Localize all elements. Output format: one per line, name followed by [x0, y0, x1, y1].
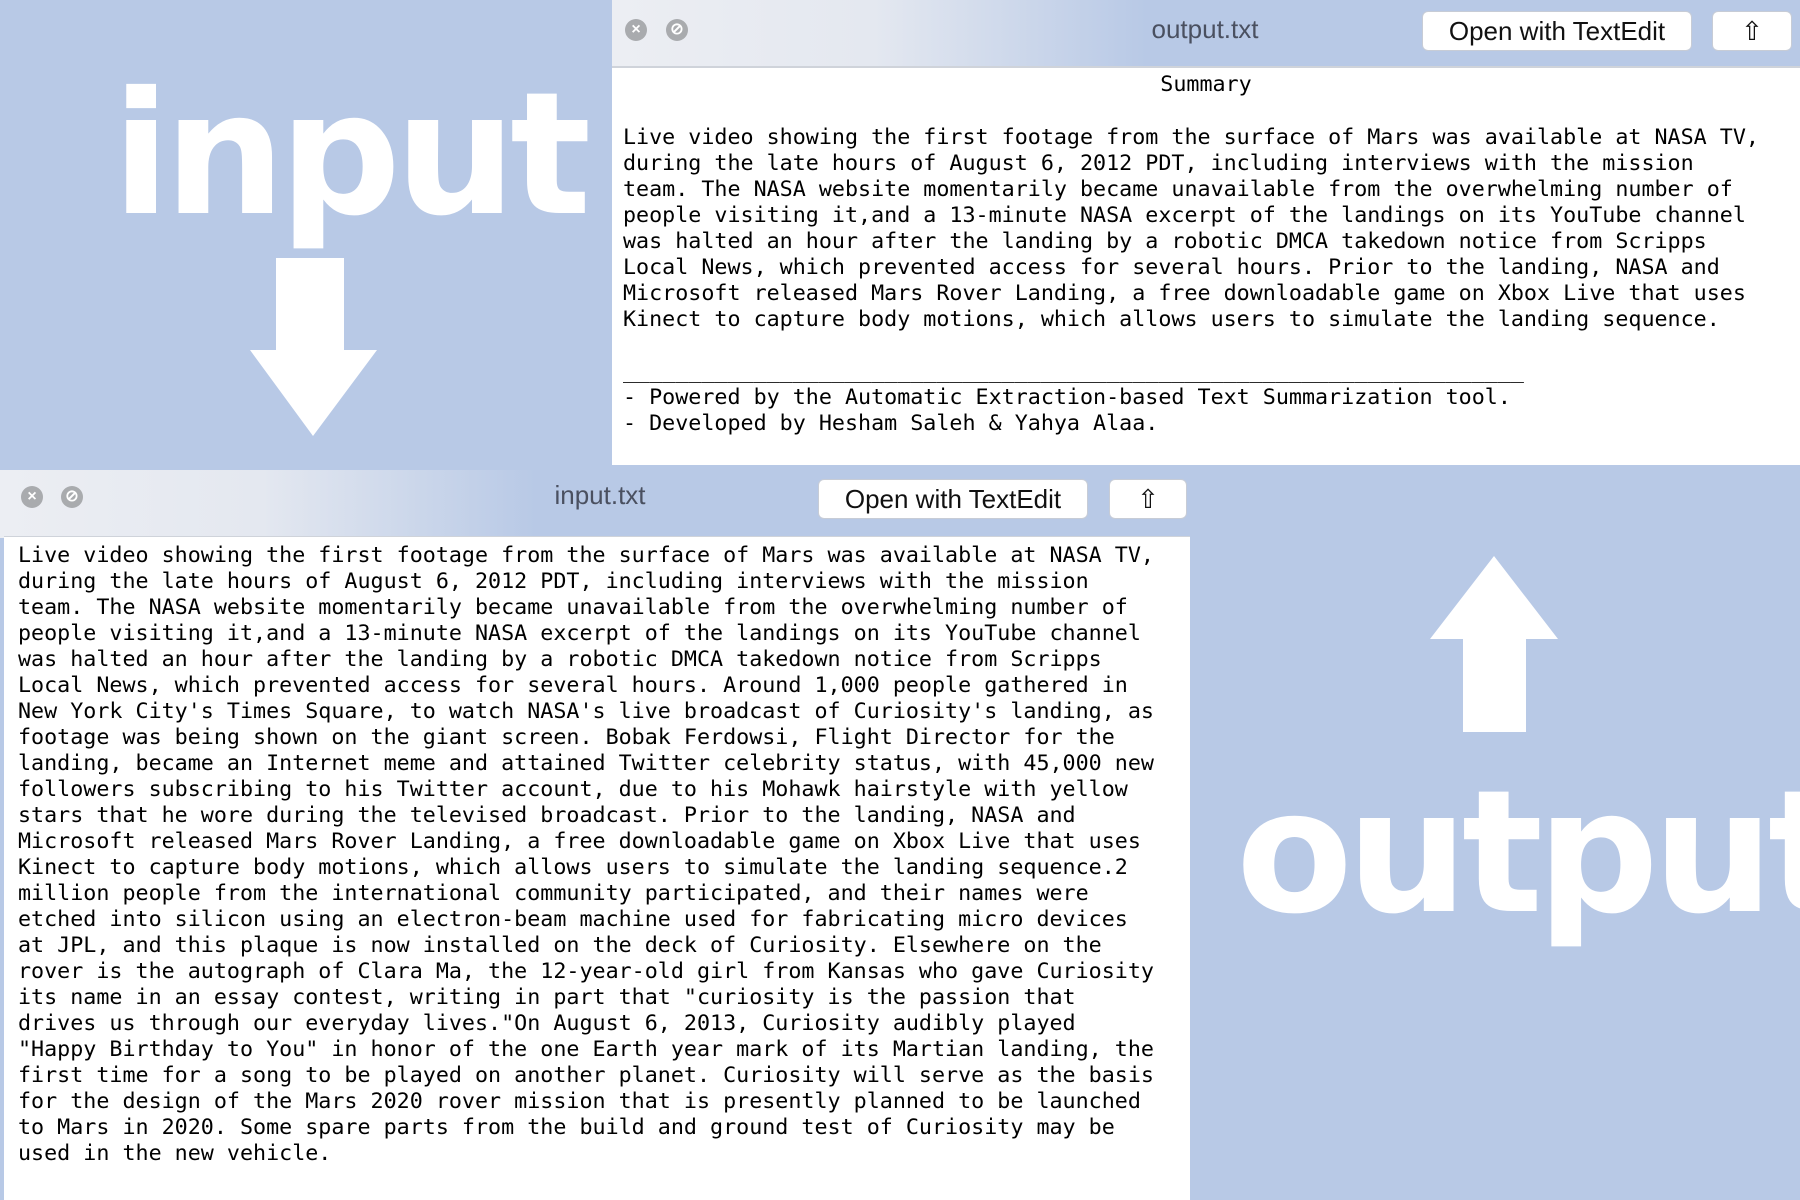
- text-line: Local News, which prevented access for s…: [623, 255, 1720, 280]
- fullscreen-disabled-icon[interactable]: ⊘: [666, 19, 688, 41]
- text-line: was halted an hour after the landing by …: [18, 647, 1102, 672]
- text-line: during the late hours of August 6, 2012 …: [623, 151, 1694, 176]
- window-title: input.txt: [554, 480, 646, 510]
- text-line: its name in an essay contest, writing in…: [18, 985, 1076, 1010]
- input-label: input: [112, 56, 591, 254]
- output-window: × ⊘ output.txt Open with TextEdit ⇧ Summ…: [612, 0, 1800, 465]
- summary-text: Live video showing the first footage fro…: [623, 125, 1759, 437]
- text-line: at JPL, and this plaque is now installed…: [18, 933, 1102, 958]
- input-window: × ⊘ input.txt Open with TextEdit ⇧ Live …: [0, 470, 1190, 1200]
- text-line: Microsoft released Mars Rover Landing, a…: [623, 281, 1746, 306]
- text-line: ​: [623, 333, 1759, 359]
- input-text-area[interactable]: Live video showing the first footage fro…: [4, 536, 1190, 1200]
- share-icon: ⇧: [1741, 15, 1763, 46]
- text-line: first time for a song to be played on an…: [18, 1063, 1154, 1088]
- text-line: during the late hours of August 6, 2012 …: [18, 569, 1089, 594]
- text-line: team. The NASA website momentarily becam…: [18, 595, 1128, 620]
- text-line: Live video showing the first footage fro…: [18, 543, 1154, 568]
- text-line: was halted an hour after the landing by …: [623, 229, 1707, 254]
- share-button[interactable]: ⇧: [1109, 479, 1187, 519]
- summary-heading: Summary: [1160, 72, 1252, 97]
- text-line: Kinect to capture body motions, which al…: [18, 855, 1128, 880]
- share-icon: ⇧: [1137, 483, 1159, 514]
- text-line: - Developed by Hesham Saleh & Yahya Alaa…: [623, 411, 1159, 436]
- open-with-textedit-button[interactable]: Open with TextEdit: [818, 479, 1088, 519]
- text-line: ________________________________________…: [623, 359, 1524, 384]
- open-with-textedit-button[interactable]: Open with TextEdit: [1422, 11, 1692, 51]
- text-line: "Happy Birthday to You" in honor of the …: [18, 1037, 1154, 1062]
- output-titlebar: × ⊘ output.txt Open with TextEdit ⇧: [612, 0, 1800, 68]
- text-line: Local News, which prevented access for s…: [18, 673, 1128, 698]
- window-title: output.txt: [1151, 14, 1259, 44]
- arrow-up-icon: [1430, 556, 1558, 732]
- text-line: etched into silicon using an electron-be…: [18, 907, 1128, 932]
- text-line: team. The NASA website momentarily becam…: [623, 177, 1733, 202]
- close-icon[interactable]: ×: [21, 486, 43, 508]
- text-line: million people from the international co…: [18, 881, 1089, 906]
- input-titlebar: × ⊘ input.txt Open with TextEdit ⇧: [0, 470, 1190, 538]
- text-line: for the design of the Mars 2020 rover mi…: [18, 1089, 1141, 1114]
- text-line: Live video showing the first footage fro…: [623, 125, 1759, 150]
- text-line: stars that he wore during the televised …: [18, 803, 1076, 828]
- text-line: to Mars in 2020. Some spare parts from t…: [18, 1115, 1115, 1140]
- text-line: people visiting it,and a 13-minute NASA …: [18, 621, 1141, 646]
- text-line: drives us through our everyday lives."On…: [18, 1011, 1076, 1036]
- text-line: Microsoft released Mars Rover Landing, a…: [18, 829, 1141, 854]
- text-line: people visiting it,and a 13-minute NASA …: [623, 203, 1746, 228]
- text-line: rover is the autograph of Clara Ma, the …: [18, 959, 1154, 984]
- text-line: Kinect to capture body motions, which al…: [623, 307, 1720, 332]
- close-icon[interactable]: ×: [625, 19, 647, 41]
- text-line: used in the new vehicle.: [18, 1141, 332, 1166]
- arrow-down-icon: [250, 258, 377, 436]
- text-line: New York City's Times Square, to watch N…: [18, 699, 1154, 724]
- output-label: output: [1236, 754, 1800, 952]
- text-line: landing, became an Internet meme and att…: [18, 751, 1154, 776]
- text-line: followers subscribing to his Twitter acc…: [18, 777, 1128, 802]
- text-line: footage was being shown on the giant scr…: [18, 725, 1115, 750]
- fullscreen-disabled-icon[interactable]: ⊘: [61, 486, 83, 508]
- text-line: - Powered by the Automatic Extraction-ba…: [623, 385, 1511, 410]
- share-button[interactable]: ⇧: [1712, 11, 1792, 51]
